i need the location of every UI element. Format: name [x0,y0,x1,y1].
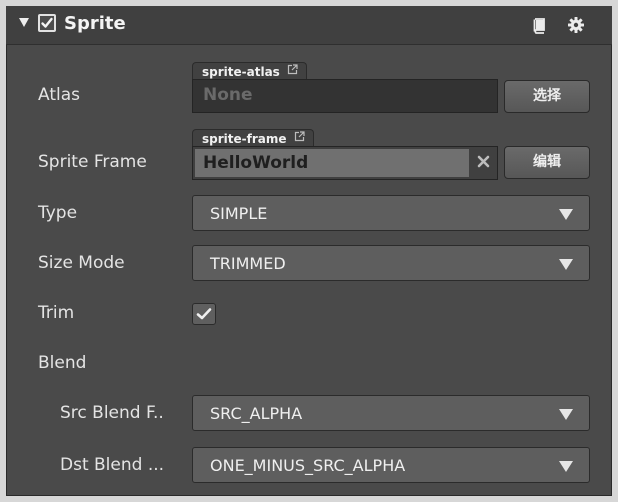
sprite-frame-value-box: HelloWorld [195,149,469,177]
component-header: Sprite [6,6,612,45]
atlas-asset-type-tag: sprite-atlas [192,62,307,80]
size-mode-select[interactable]: TRIMMED [192,245,590,281]
atlas-field[interactable]: None [192,79,498,113]
dst-blend-label: Dst Blend ... [60,455,165,475]
atlas-select-button[interactable]: 选择 [504,80,590,113]
checkmark-icon [196,308,212,320]
atlas-asset-type: sprite-atlas [202,65,280,79]
trim-label: Trim [38,303,75,323]
sprite-frame-value: HelloWorld [203,153,309,173]
component-title: Sprite [64,13,126,34]
trim-checkbox[interactable] [192,303,216,325]
dst-blend-value: ONE_MINUS_SRC_ALPHA [210,456,406,475]
external-link-icon[interactable] [287,64,298,75]
chevron-down-icon [559,209,573,220]
sprite-frame-field[interactable]: HelloWorld [192,146,498,180]
book-icon[interactable] [532,18,546,34]
triangle-down-icon[interactable] [19,18,29,27]
gear-icon[interactable] [567,16,585,34]
size-mode-value: TRIMMED [210,254,286,273]
atlas-label: Atlas [38,85,80,105]
size-mode-label: Size Mode [38,253,125,273]
src-blend-label: Src Blend F.. [60,403,164,423]
close-icon[interactable] [477,155,490,168]
type-value: SIMPLE [210,204,268,223]
sprite-frame-asset-type-tag: sprite-frame [192,129,314,147]
sprite-component-panel: Sprite Atlas sprite-atlas None 选择 Sprite… [6,6,612,496]
sprite-frame-edit-button[interactable]: 编辑 [504,146,590,179]
type-select[interactable]: SIMPLE [192,195,590,231]
chevron-down-icon [559,409,573,420]
component-enabled-checkbox[interactable] [38,14,56,32]
blend-label: Blend [38,353,87,373]
sprite-frame-label: Sprite Frame [38,152,147,172]
checkmark-icon [41,17,53,28]
chevron-down-icon [559,259,573,270]
src-blend-value: SRC_ALPHA [210,404,303,423]
dst-blend-select[interactable]: ONE_MINUS_SRC_ALPHA [192,447,590,483]
src-blend-select[interactable]: SRC_ALPHA [192,395,590,431]
sprite-frame-asset-type: sprite-frame [202,132,287,146]
type-label: Type [38,203,78,223]
atlas-placeholder: None [203,85,253,105]
external-link-icon[interactable] [294,131,305,142]
chevron-down-icon [559,461,573,472]
